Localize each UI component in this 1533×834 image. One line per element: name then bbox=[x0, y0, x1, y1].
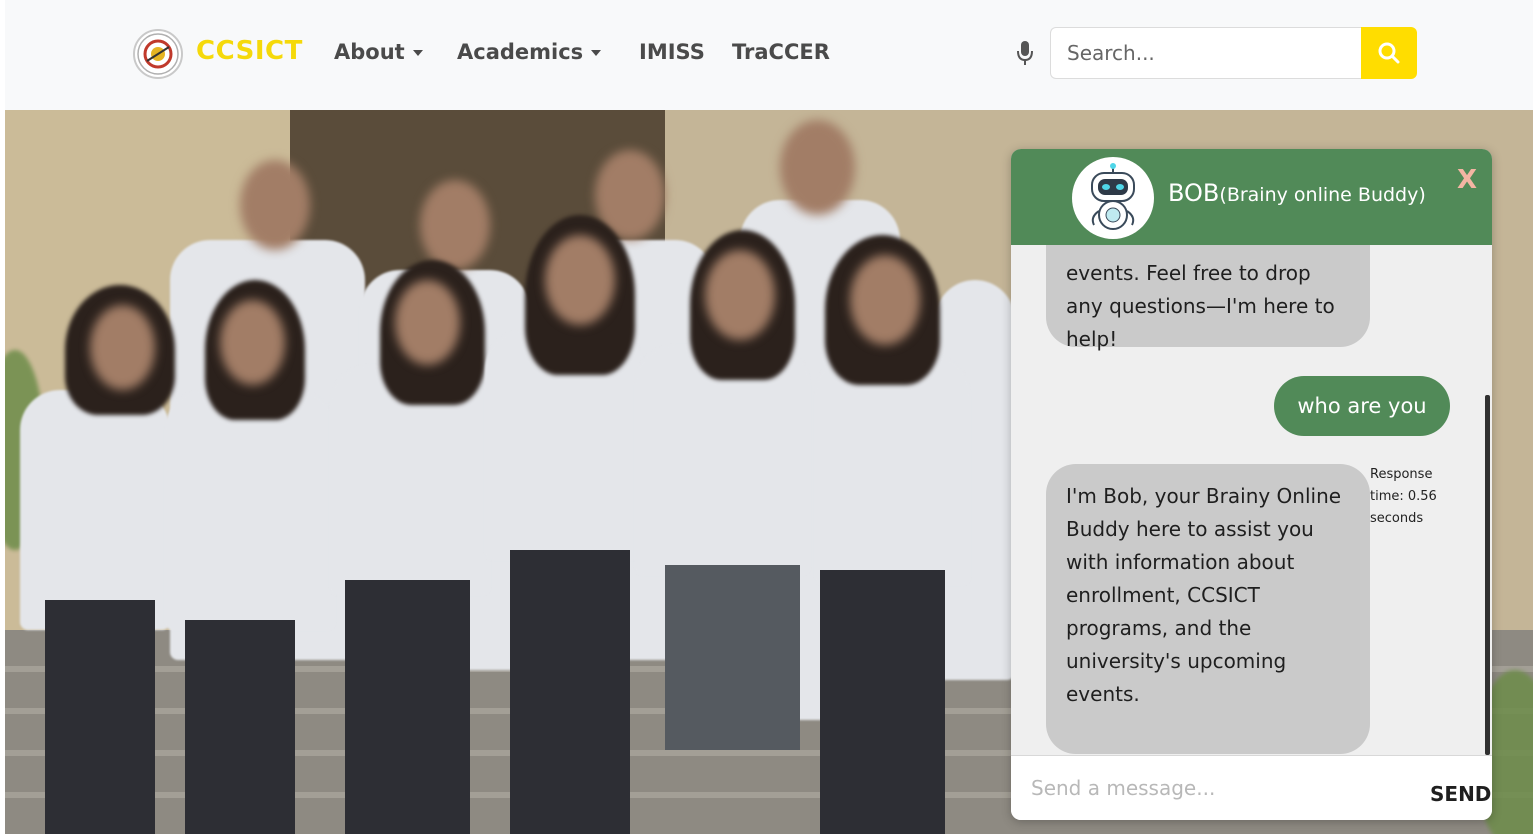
photo-pants bbox=[820, 570, 945, 834]
photo-face-blur bbox=[90, 305, 155, 390]
photo-face-blur bbox=[395, 280, 460, 365]
bot-message: I'm Bob, your Brainy Online Buddy here t… bbox=[1046, 464, 1370, 754]
nav-about-label: About bbox=[334, 40, 405, 64]
photo-person bbox=[815, 355, 970, 585]
nav-academics[interactable]: Academics bbox=[457, 40, 602, 64]
nav-traccer[interactable]: TraCCER bbox=[732, 40, 830, 64]
photo-face-blur bbox=[780, 120, 855, 215]
chevron-down-icon bbox=[412, 50, 423, 56]
robot-icon bbox=[1072, 157, 1154, 239]
send-button[interactable]: SEND bbox=[1430, 782, 1491, 806]
photo-person bbox=[20, 390, 170, 630]
bot-name: BOB bbox=[1168, 179, 1220, 207]
photo-face-blur bbox=[850, 255, 920, 345]
nav-imiss-label: IMISS bbox=[639, 40, 705, 64]
chevron-down-icon bbox=[591, 50, 602, 56]
chat-footer: SEND bbox=[1011, 755, 1492, 820]
chat-scrollbar[interactable] bbox=[1485, 395, 1490, 755]
search-button[interactable] bbox=[1361, 27, 1417, 79]
nav-academics-label: Academics bbox=[457, 40, 584, 64]
photo-face-blur bbox=[420, 180, 490, 270]
bot-message: events. Feel free to drop any questions—… bbox=[1046, 245, 1370, 351]
photo-person bbox=[165, 390, 335, 630]
photo-pants bbox=[510, 550, 630, 834]
nav-about[interactable]: About bbox=[334, 40, 423, 64]
photo-face-blur bbox=[545, 235, 615, 325]
photo-face-blur bbox=[705, 250, 775, 340]
search-input[interactable] bbox=[1050, 27, 1362, 79]
bot-subtitle: (Brainy online Buddy) bbox=[1219, 184, 1426, 206]
photo-skirt bbox=[665, 565, 800, 750]
message-input[interactable] bbox=[1031, 770, 1411, 806]
response-time: Response time: 0.56 seconds bbox=[1370, 467, 1437, 526]
chatbot-widget: BOB(Brainy online Buddy) X events. Feel … bbox=[1011, 149, 1492, 820]
photo-pants bbox=[45, 600, 155, 834]
chat-title: BOB(Brainy online Buddy) bbox=[1168, 179, 1426, 207]
close-chat-button[interactable]: X bbox=[1457, 165, 1477, 195]
navbar: CCSICT About Academics IMISS TraCCER bbox=[0, 0, 1533, 110]
photo-pants bbox=[185, 620, 295, 834]
nav-imiss[interactable]: IMISS bbox=[639, 40, 705, 64]
nav-traccer-label: TraCCER bbox=[732, 40, 830, 64]
photo-face-blur bbox=[240, 160, 310, 250]
microphone-icon[interactable] bbox=[1016, 40, 1034, 66]
brand-name[interactable]: CCSICT bbox=[196, 36, 303, 66]
ccsict-logo-icon[interactable] bbox=[133, 29, 183, 79]
user-message: who are you bbox=[1274, 376, 1450, 436]
search-icon bbox=[1378, 42, 1400, 64]
chat-header: BOB(Brainy online Buddy) X bbox=[1011, 149, 1492, 245]
photo-face-blur bbox=[220, 300, 285, 385]
chat-messages[interactable]: events. Feel free to drop any questions—… bbox=[1011, 245, 1492, 755]
photo-pants bbox=[345, 580, 470, 834]
